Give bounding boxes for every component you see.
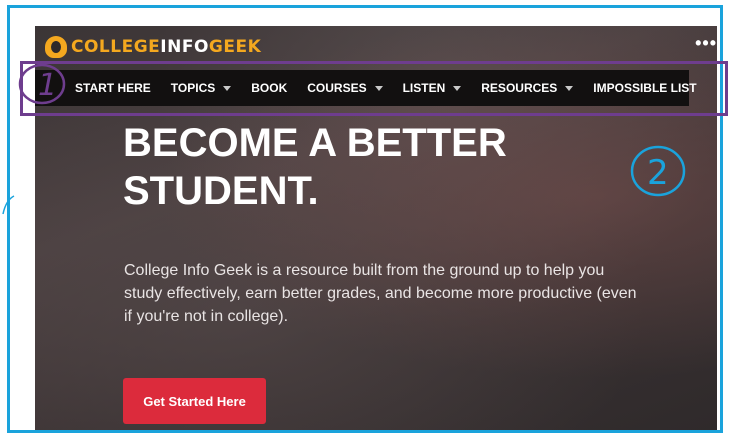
nav-item-label: BOOK — [251, 81, 288, 95]
nav-item-label: TOPICS — [170, 81, 216, 95]
nav-item-impossible-list[interactable]: IMPOSSIBLE LIST — [593, 81, 696, 95]
hero-headline-line2: STUDENT. — [123, 169, 319, 213]
nav-item-label: RESOURCES — [481, 81, 558, 95]
nav-item-listen[interactable]: LISTEN — [403, 81, 462, 95]
main-navbar: START HERE TOPICS BOOK COURSES LISTEN RESOURC… — [35, 70, 697, 106]
hero-section: COLLEGEINFOGEEK ••• START HERE TOPICS BOOK… — [35, 26, 717, 430]
nav-item-label: COURSES — [307, 81, 367, 95]
hero-description: College Info Geek is a resource built fr… — [124, 262, 637, 325]
nav-item-courses[interactable]: COURSES — [307, 81, 383, 95]
chevron-down-icon — [223, 85, 232, 91]
logo-text-geek: GEEK — [208, 37, 262, 57]
nav-item-start-here[interactable]: START HERE — [75, 81, 151, 95]
nav-item-label: IMPOSSIBLE LIST — [593, 81, 697, 95]
nav-list: START HERE TOPICS BOOK COURSES LISTEN RESOURC… — [75, 70, 697, 106]
chevron-down-icon — [565, 85, 574, 91]
hero-headline: BECOME A BETTER STUDENT. — [123, 119, 507, 215]
nav-item-resources[interactable]: RESOURCES — [481, 81, 574, 95]
chevron-down-icon — [374, 85, 383, 91]
site-logo[interactable]: COLLEGEINFOGEEK — [45, 35, 261, 59]
logo-text-college: COLLEGE — [71, 37, 161, 57]
logo-text-info: INFO — [160, 37, 209, 57]
more-menu-icon[interactable]: ••• — [695, 34, 717, 52]
nav-item-label: LISTEN — [402, 81, 446, 95]
get-started-button[interactable]: Get Started Here — [123, 378, 266, 424]
nav-item-topics[interactable]: TOPICS — [170, 81, 232, 95]
chevron-down-icon — [453, 85, 462, 91]
logo-icon — [45, 36, 67, 58]
nav-item-label: START HERE — [75, 81, 151, 95]
hero-headline-line1: BECOME A BETTER — [123, 121, 507, 165]
nav-item-book[interactable]: BOOK — [251, 81, 287, 95]
